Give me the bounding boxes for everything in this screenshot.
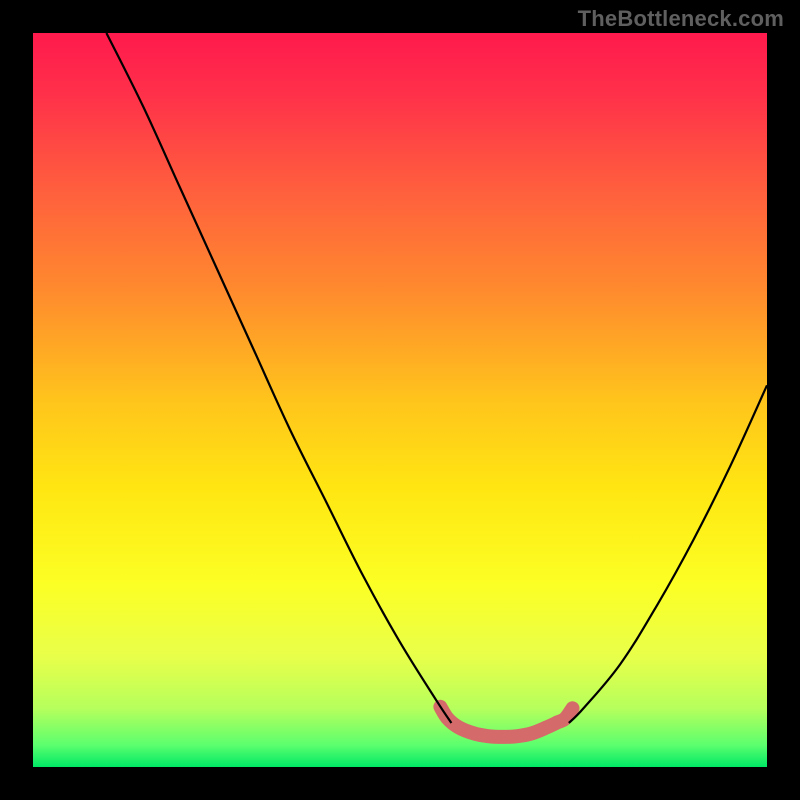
plot-background [33, 33, 767, 767]
bottleneck-chart [0, 0, 800, 800]
